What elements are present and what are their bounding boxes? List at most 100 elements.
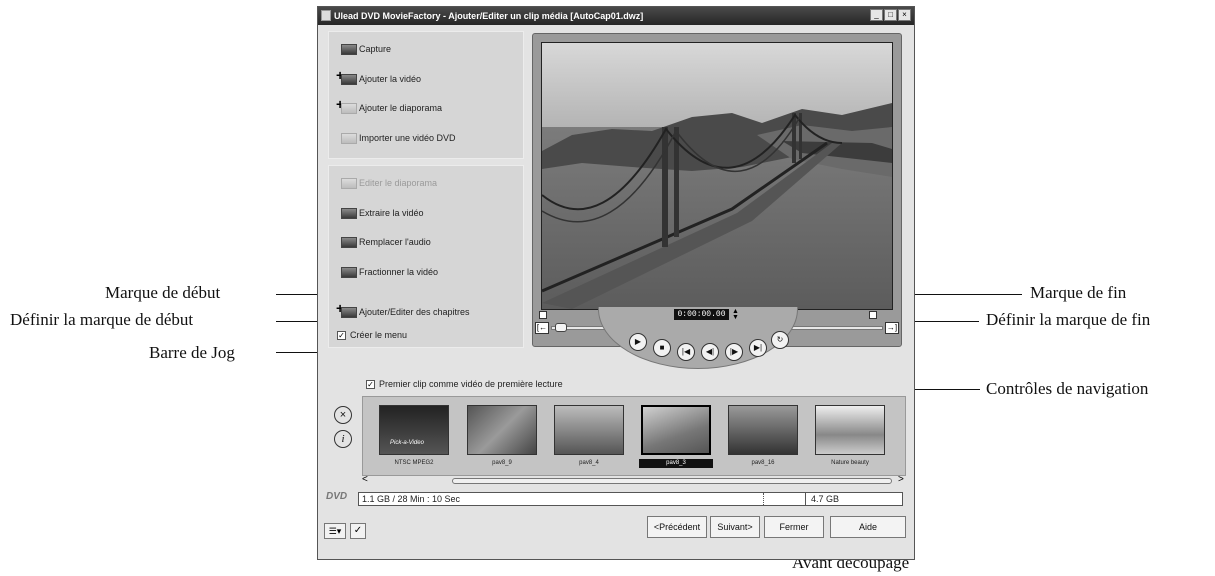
clip-thumb[interactable]: [815, 405, 885, 455]
stop-button[interactable]: ■: [653, 339, 671, 357]
end-icon: ▶|: [753, 343, 763, 352]
edit-media-panel: Editer le diaporama Extraire la vidéo Re…: [328, 165, 524, 348]
close-button[interactable]: Fermer: [764, 516, 824, 538]
clip-label-selected: pav8_3: [639, 459, 713, 468]
navigation-controls: 0:00:00.00 ▲ ▼ ▶ ■ |◀ ◀| |▶ ▶| ↻: [598, 307, 798, 369]
repeat-button[interactable]: ↻: [771, 331, 789, 349]
clip-thumb[interactable]: Pick-a-Video: [379, 405, 449, 455]
checkbox-checked-icon: ✓: [366, 379, 375, 389]
info-icon: i: [341, 433, 345, 445]
film-icon: [337, 206, 357, 220]
clip-thumb[interactable]: [467, 405, 537, 455]
minimize-button[interactable]: _: [870, 9, 883, 21]
callout-end-mark: Marque de fin: [1030, 283, 1127, 302]
confirm-button[interactable]: ✓: [350, 523, 366, 539]
end-mark[interactable]: [869, 311, 877, 319]
timecode-spinner-icon[interactable]: ▲ ▼: [732, 308, 739, 321]
menu-extract-video[interactable]: Extraire la vidéo: [337, 202, 424, 224]
slideshow-icon: [337, 176, 357, 190]
previous-button[interactable]: <Précédent: [647, 516, 707, 538]
menu-add-slideshow[interactable]: + Ajouter le diaporama: [336, 97, 442, 119]
prev-frame-icon: ◀|: [705, 347, 715, 356]
stop-icon: ■: [659, 343, 665, 352]
bracket-right-icon: →]: [886, 323, 898, 332]
next-frame-icon: |▶: [729, 347, 739, 356]
clip-scrollbar[interactable]: < >: [362, 474, 906, 486]
menu-chapters[interactable]: + Ajouter/Editer des chapitres: [336, 301, 470, 323]
maximize-button[interactable]: □: [884, 9, 897, 21]
clip-thumb[interactable]: [554, 405, 624, 455]
menu-add-video[interactable]: + Ajouter la vidéo: [336, 68, 421, 90]
clip-overlay-text: Pick-a-Video: [390, 440, 424, 446]
timecode-display[interactable]: 0:00:00.00: [674, 309, 729, 320]
split-icon: [337, 265, 357, 279]
next-button[interactable]: Suivant>: [710, 516, 760, 538]
title-bar: Ulead DVD MovieFactory - Ajouter/Editer …: [318, 7, 914, 25]
clip-label: pav8_9: [492, 460, 512, 466]
scroll-thumb[interactable]: [452, 478, 892, 484]
delete-clip-button[interactable]: ×: [334, 406, 352, 424]
home-button[interactable]: |◀: [677, 343, 695, 361]
checkbox-checked-icon: ✓: [337, 330, 346, 340]
clip-thumb[interactable]: [728, 405, 798, 455]
view-options-button[interactable]: ☰▾: [324, 523, 346, 539]
scroll-right-icon[interactable]: >: [898, 474, 904, 485]
close-window-button[interactable]: ×: [898, 9, 911, 21]
list-view-icon: ☰▾: [328, 526, 342, 536]
video-preview: [541, 42, 893, 310]
app-window: Ulead DVD MovieFactory - Ajouter/Editer …: [317, 6, 915, 560]
set-end-mark-button[interactable]: →]: [885, 322, 899, 334]
menu-edit-slideshow: Editer le diaporama: [337, 172, 437, 194]
first-play-checkbox[interactable]: ✓ Premier clip comme vidéo de première l…: [366, 379, 563, 389]
chapters-icon: +: [336, 301, 357, 319]
disc-capacity-text: 4.7 GB: [811, 494, 840, 504]
menu-replace-audio[interactable]: Remplacer l'audio: [337, 231, 431, 253]
disc-used-text: 1.1 GB / 28 Min : 10 Sec: [362, 494, 461, 504]
golden-gate-bridge-image: [542, 43, 892, 309]
check-icon: ✓: [353, 525, 363, 536]
prev-frame-button[interactable]: ◀|: [701, 343, 719, 361]
clip-label: pav8_4: [579, 460, 599, 466]
audio-icon: [337, 235, 357, 249]
home-icon: |◀: [681, 347, 691, 356]
menu-split-video[interactable]: Fractionner la vidéo: [337, 261, 438, 283]
menu-import-dvd[interactable]: Importer une vidéo DVD: [337, 127, 456, 149]
end-button[interactable]: ▶|: [749, 339, 767, 357]
dvd-logo: DVD: [326, 491, 348, 502]
create-menu-checkbox[interactable]: ✓ Créer le menu: [337, 324, 407, 346]
clip-info-button[interactable]: i: [334, 430, 352, 448]
callout-start-mark: Marque de début: [105, 283, 221, 302]
set-start-mark-button[interactable]: [←: [535, 322, 549, 334]
app-icon: [321, 10, 331, 21]
disc-capacity-mark: [805, 493, 806, 505]
import-dvd-icon: [337, 131, 357, 145]
play-button[interactable]: ▶: [629, 333, 647, 351]
bracket-left-icon: [←: [536, 323, 548, 332]
clip-label: pav8_16: [751, 460, 775, 466]
disc-separator: [763, 493, 765, 505]
help-button[interactable]: Aide: [830, 516, 906, 538]
add-video-icon: +: [336, 68, 357, 86]
jog-bar-handle[interactable]: [555, 323, 567, 332]
clip-label: NTSC MPEG2: [394, 460, 434, 466]
play-icon: ▶: [634, 337, 642, 346]
disc-usage-bar: 1.1 GB / 28 Min : 10 Sec 4.7 GB: [358, 492, 903, 506]
menu-capture[interactable]: Capture: [337, 38, 391, 60]
clip-label: Nature beauty: [831, 460, 869, 466]
repeat-icon: ↻: [776, 335, 784, 344]
clip-thumb-selected[interactable]: [641, 405, 711, 455]
callout-set-end: Définir la marque de fin: [986, 310, 1151, 329]
next-frame-button[interactable]: |▶: [725, 343, 743, 361]
window-title: Ulead DVD MovieFactory - Ajouter/Editer …: [334, 11, 644, 21]
add-slideshow-icon: +: [336, 97, 357, 115]
delete-icon: ×: [339, 409, 347, 421]
callout-set-start: Définir la marque de début: [10, 310, 194, 329]
callout-nav: Contrôles de navigation: [986, 379, 1149, 398]
add-media-panel: Capture + Ajouter la vidéo + Ajouter le …: [328, 31, 524, 159]
scroll-left-icon[interactable]: <: [362, 474, 368, 485]
start-mark[interactable]: [539, 311, 547, 319]
clip-strip: Pick-a-Video NTSC MPEG2 pav8_9 pav8_4 pa…: [362, 396, 906, 476]
capture-icon: [337, 42, 357, 56]
callout-jog: Barre de Jog: [149, 343, 235, 362]
preview-panel: [← →]: [532, 33, 902, 347]
